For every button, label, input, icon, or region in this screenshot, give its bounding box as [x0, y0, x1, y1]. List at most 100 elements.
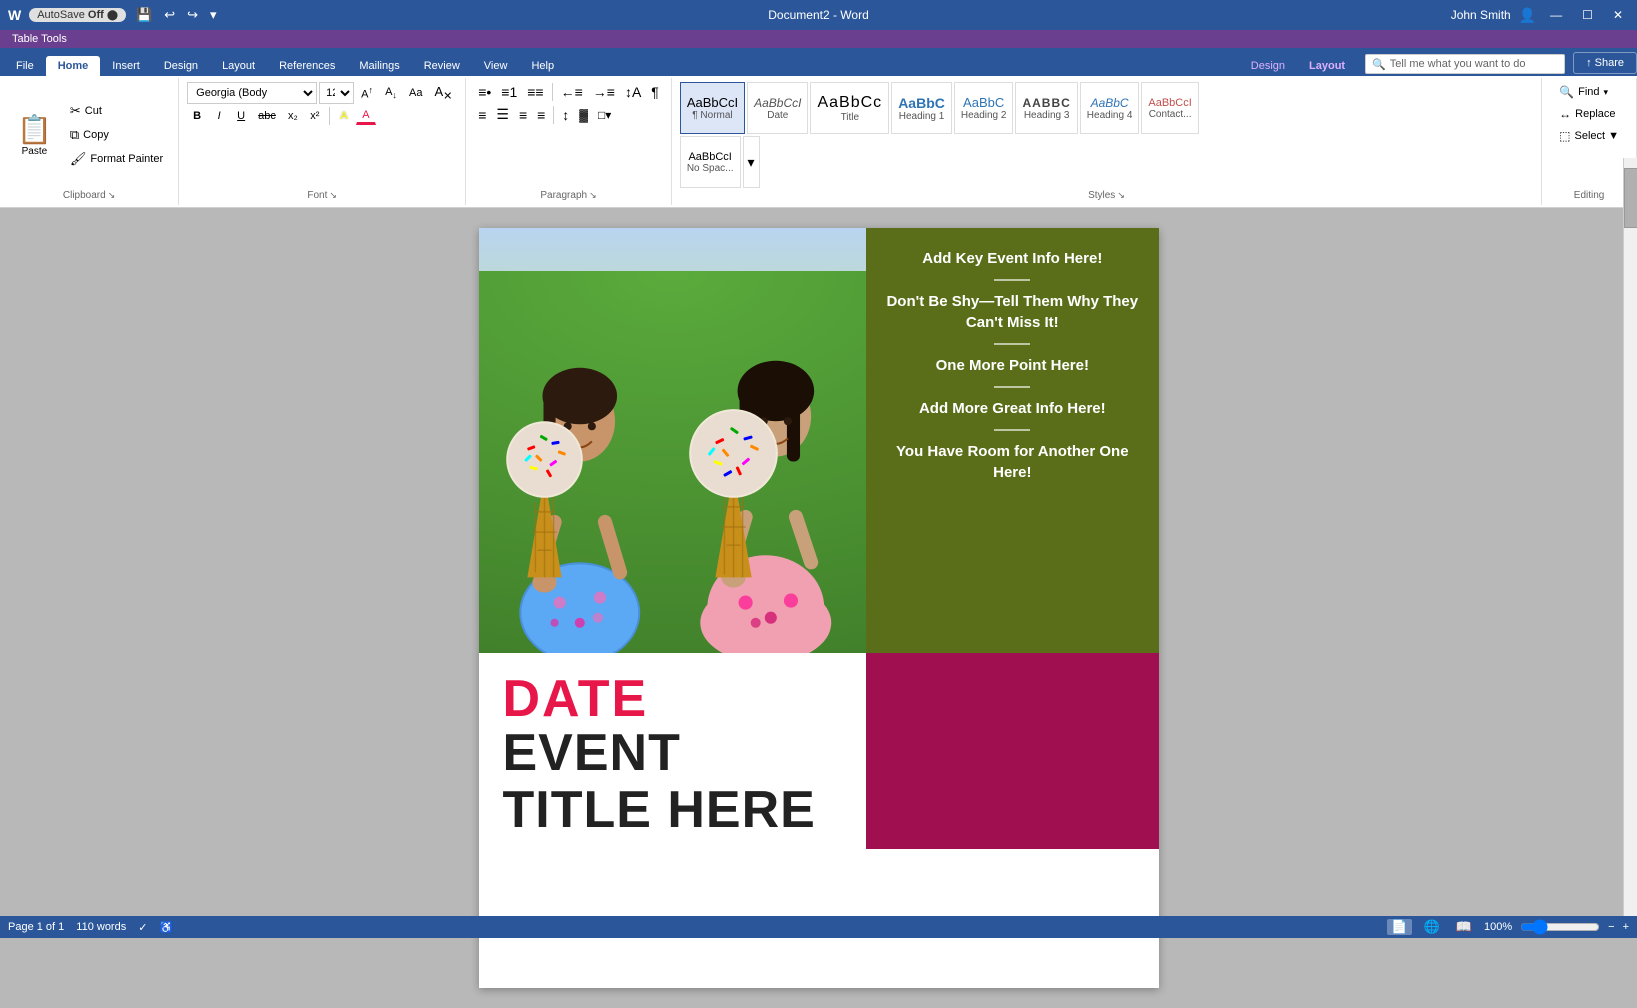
style-heading1[interactable]: AaBbC Heading 1 [891, 82, 952, 134]
info-item-3[interactable]: One More Point Here! [882, 355, 1142, 376]
align-left-btn[interactable]: ≡ [474, 105, 490, 125]
style-heading4[interactable]: AaBbC Heading 4 [1080, 82, 1140, 134]
tab-review[interactable]: Review [412, 56, 472, 76]
increase-indent-btn[interactable]: →≡ [589, 82, 619, 102]
redo-qa-btn[interactable]: ↪ [185, 6, 200, 24]
style-heading3[interactable]: AABBC Heading 3 [1015, 82, 1077, 134]
paragraph-label: Paragraph ↘ [474, 188, 663, 201]
zoom-slider[interactable] [1520, 921, 1600, 933]
tab-insert[interactable]: Insert [100, 56, 152, 76]
scrollbar-thumb[interactable] [1624, 168, 1637, 228]
document-area: ⊞ [0, 208, 1637, 1008]
share-btn[interactable]: ↑ Share [1573, 52, 1637, 74]
find-button[interactable]: 🔍 Find ▾ [1550, 82, 1628, 102]
bullets-btn[interactable]: ≡• [474, 82, 495, 102]
replace-button[interactable]: ↔ Replace [1550, 104, 1628, 124]
show-hide-btn[interactable]: ¶ [647, 82, 663, 102]
styles-expand-icon[interactable]: ↘ [1117, 190, 1125, 201]
minimize-btn[interactable]: — [1544, 6, 1568, 24]
info-item-1[interactable]: Add Key Event Info Here! [882, 248, 1142, 269]
borders-btn[interactable]: □▾ [594, 106, 615, 124]
numbering-btn[interactable]: ≡1 [497, 82, 521, 102]
change-case-btn[interactable]: Aa [404, 85, 427, 101]
decrease-indent-btn[interactable]: ←≡ [557, 82, 587, 102]
read-mode-btn[interactable]: 📖 [1452, 919, 1476, 935]
underline-btn[interactable]: U [231, 108, 251, 124]
page-indicator: Page 1 of 1 [8, 921, 64, 933]
superscript-btn[interactable]: x² [305, 108, 325, 124]
style-normal[interactable]: AaBbCcI ¶ Normal [680, 82, 745, 134]
close-btn[interactable]: ✕ [1607, 6, 1629, 24]
copy-button[interactable]: ⧉ Copy [63, 124, 170, 146]
autosave-toggle[interactable]: AutoSave Off ⬤ [29, 8, 126, 22]
styles-gallery: AaBbCcI ¶ Normal AaBbCcI Date AaBbCc Tit… [680, 82, 1260, 188]
font-group: Georgia (Body 12 A↑ A↓ Aa A✕ B I U abc x… [179, 78, 466, 205]
tab-references[interactable]: References [267, 56, 347, 76]
divider-1 [994, 279, 1030, 281]
tab-view[interactable]: View [472, 56, 520, 76]
select-button[interactable]: ⬚ Select ▼ [1550, 126, 1628, 146]
tab-home[interactable]: Home [46, 56, 101, 76]
subscript-btn[interactable]: x₂ [283, 108, 303, 124]
print-layout-btn[interactable]: 📄 [1387, 919, 1411, 935]
style-title[interactable]: AaBbCc Title [810, 82, 889, 134]
tab-table-design[interactable]: Design [1239, 56, 1297, 76]
tab-table-layout[interactable]: Layout [1297, 56, 1357, 76]
italic-btn[interactable]: I [209, 108, 229, 124]
scrollbar[interactable] [1623, 158, 1637, 916]
image-cell [479, 228, 867, 653]
tell-me-input[interactable]: 🔍 Tell me what you want to do [1365, 54, 1565, 74]
font-name-selector[interactable]: Georgia (Body [187, 82, 317, 104]
text-highlight-btn[interactable]: A [334, 108, 354, 124]
font-size-selector[interactable]: 12 [319, 82, 354, 104]
clear-formatting-btn[interactable]: A✕ [429, 82, 457, 105]
style-contact[interactable]: AaBbCcI Contact... [1141, 82, 1198, 134]
tab-file[interactable]: File [4, 56, 46, 76]
bottom-left-cell[interactable]: DATE EVENT TITLE HERE [479, 653, 867, 849]
zoom-in-btn[interactable]: + [1623, 921, 1629, 933]
font-expand-icon[interactable]: ↘ [329, 190, 337, 201]
table-tools-label: Table Tools [12, 33, 87, 45]
tab-mailings[interactable]: Mailings [347, 56, 411, 76]
paragraph-expand-icon[interactable]: ↘ [589, 190, 597, 201]
styles-more-btn[interactable]: ▾ [743, 136, 760, 188]
font-row1: Georgia (Body 12 A↑ A↓ Aa A✕ [187, 82, 457, 105]
multilevel-btn[interactable]: ≡≡ [523, 82, 547, 102]
maximize-btn[interactable]: ☐ [1576, 6, 1599, 24]
info-text-3: One More Point Here! [882, 355, 1142, 376]
tab-layout[interactable]: Layout [210, 56, 267, 76]
strikethrough-btn[interactable]: abc [253, 108, 281, 124]
qa-dropdown-btn[interactable]: ▾ [208, 6, 219, 24]
style-heading2[interactable]: AaBbC Heading 2 [954, 82, 1014, 134]
web-layout-btn[interactable]: 🌐 [1420, 919, 1444, 935]
account-icon[interactable]: 👤 [1519, 7, 1536, 24]
font-shrink-btn[interactable]: A↓ [380, 84, 402, 102]
title-text: TITLE HERE [503, 782, 843, 839]
zoom-out-btn[interactable]: − [1608, 921, 1614, 933]
accessibility-btn[interactable]: ♿ [159, 921, 173, 934]
align-center-btn[interactable]: ☰ [492, 104, 513, 125]
clipboard-expand-icon[interactable]: ↘ [108, 190, 116, 201]
sort-btn[interactable]: ↕A [621, 82, 645, 102]
tab-design[interactable]: Design [152, 56, 210, 76]
font-grow-btn[interactable]: A↑ [356, 83, 378, 103]
align-right-btn[interactable]: ≡ [515, 105, 531, 125]
save-qa-btn[interactable]: 💾 [134, 6, 154, 24]
info-item-5[interactable]: You Have Room for Another One Here! [882, 441, 1142, 483]
shading-btn[interactable]: ▓ [575, 106, 592, 124]
font-color-btn[interactable]: A [356, 107, 376, 125]
undo-qa-btn[interactable]: ↩ [162, 6, 177, 24]
info-item-4[interactable]: Add More Great Info Here! [882, 398, 1142, 419]
style-date[interactable]: AaBbCcI Date [747, 82, 808, 134]
cut-button[interactable]: ✂ Cut [63, 100, 170, 122]
bold-btn[interactable]: B [187, 108, 207, 124]
info-item-2[interactable]: Don't Be Shy—Tell Them Why They Can't Mi… [882, 291, 1142, 333]
proofing-btn[interactable]: ✓ [138, 921, 147, 934]
format-painter-button[interactable]: 🖌 Format Painter [63, 148, 170, 170]
line-spacing-btn[interactable]: ↕ [558, 105, 573, 125]
tab-help[interactable]: Help [519, 56, 566, 76]
justify-btn[interactable]: ≡ [533, 105, 549, 125]
paste-button[interactable]: 📋 Paste [8, 108, 61, 162]
user-name: John Smith [1451, 8, 1511, 22]
style-nospacing[interactable]: AaBbCcI No Spac... [680, 136, 741, 188]
